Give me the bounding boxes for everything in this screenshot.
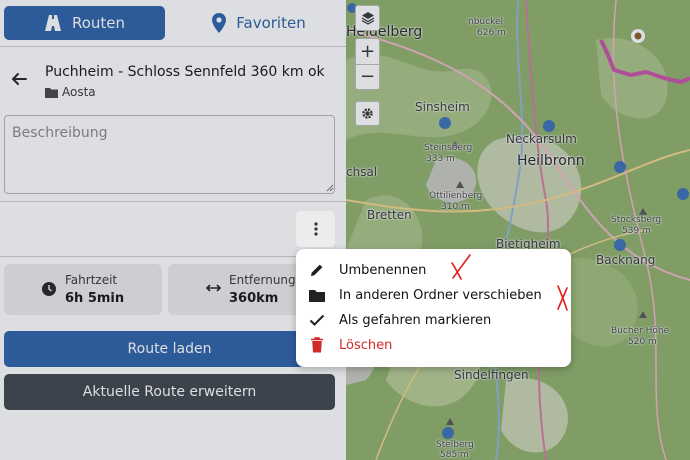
menu-item-move-label: In anderen Ordner verschieben [339,287,542,303]
route-context-menu: Umbenennen In anderen Ordner verschieben… [296,249,571,367]
red-x-mark-icon [451,254,471,280]
menu-item-rename[interactable]: Umbenennen [308,259,426,281]
menu-item-delete-label: Löschen [339,337,393,353]
trash-icon [311,337,323,353]
checkmark-icon [309,314,325,326]
kebab-menu-icon [313,222,318,236]
folder-icon [309,289,325,302]
pencil-icon [311,264,323,276]
modal-backdrop[interactable] [0,0,690,460]
menu-item-move[interactable]: In anderen Ordner verschieben [308,284,542,306]
red-x-mark-icon [557,285,568,311]
menu-item-delete[interactable]: Löschen [308,334,392,356]
more-options-button-active[interactable] [296,211,335,247]
menu-item-mark-driven[interactable]: Als gefahren markieren [308,309,491,331]
menu-item-mark-driven-label: Als gefahren markieren [339,312,492,328]
menu-item-rename-label: Umbenennen [339,262,427,278]
